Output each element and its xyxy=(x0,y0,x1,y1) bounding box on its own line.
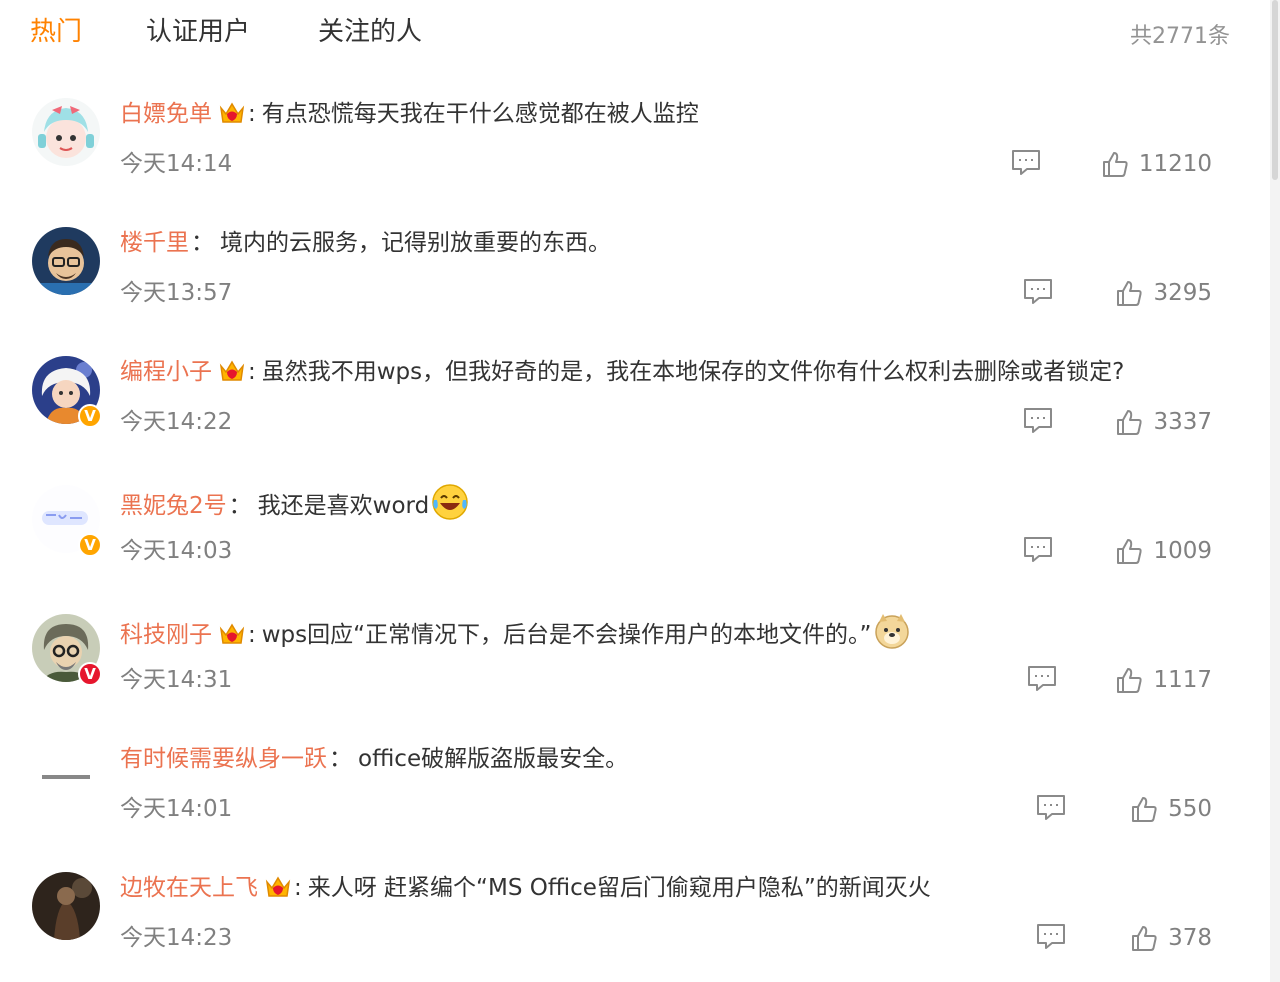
like-count: 550 xyxy=(1168,796,1212,822)
comment-text: 有点恐慌每天我在干什么感觉都在被人监控 xyxy=(261,101,699,127)
like-count: 378 xyxy=(1168,925,1212,951)
thumbs-up-icon xyxy=(1117,410,1143,435)
scrollbar[interactable] xyxy=(1270,0,1280,982)
avatar[interactable] xyxy=(32,743,100,811)
comment-icon xyxy=(1037,924,1065,949)
username-link[interactable]: 楼千里 xyxy=(120,230,189,256)
like-count: 1009 xyxy=(1153,538,1212,564)
comment-text: 境内的云服务，记得别放重要的东西。 xyxy=(220,230,611,256)
comment-text: 虽然我不用wps，但我好奇的是，我在本地保存的文件你有什么权利去删除或者锁定? xyxy=(261,359,1125,385)
username-link[interactable]: 编程小子 xyxy=(120,359,212,385)
separator: : xyxy=(248,101,256,127)
doge-emoji xyxy=(873,612,911,661)
crown-icon xyxy=(218,358,246,395)
reply-button[interactable] xyxy=(1011,149,1041,181)
like-button[interactable]: 550 xyxy=(1130,793,1212,825)
verified-badge-icon: V xyxy=(78,533,102,557)
reply-button[interactable] xyxy=(1027,665,1057,697)
crown-icon xyxy=(264,874,292,911)
reply-button[interactable] xyxy=(1023,536,1053,568)
separator: ： xyxy=(228,493,252,519)
separator: ： xyxy=(191,230,214,256)
thumbs-up-icon xyxy=(1117,668,1143,693)
reply-button[interactable] xyxy=(1023,407,1053,439)
avatar[interactable]: V xyxy=(32,485,102,557)
avatar[interactable]: V xyxy=(32,356,102,428)
username-link[interactable]: 科技刚子 xyxy=(120,622,212,648)
comment-tabs: 热门 认证用户 关注的人 共2771条 xyxy=(0,0,1280,66)
avatar-image xyxy=(32,98,100,166)
like-count: 3337 xyxy=(1153,409,1212,435)
like-button[interactable]: 1009 xyxy=(1115,535,1212,567)
thumbs-up-icon xyxy=(1132,926,1157,951)
comment-item: V 编程小子: 虽然我不用wps，但我好奇的是，我在本地保存的文件你有什么权利去删… xyxy=(0,324,1270,453)
like-count: 1117 xyxy=(1153,667,1212,693)
crown-icon xyxy=(218,621,246,658)
tab-following[interactable]: 关注的人 xyxy=(318,14,422,50)
thumbs-up-icon xyxy=(1102,152,1128,177)
comment-icon xyxy=(1024,537,1052,562)
comment-text: office破解版盗版最安全。 xyxy=(358,746,629,772)
username-link[interactable]: 边牧在天上飞 xyxy=(120,875,258,901)
comment-item: V 科技刚子: wps回应“正常情况下，后台是不会操作用户的本地文件的。” 今天1… xyxy=(0,582,1270,711)
thumbs-up-icon xyxy=(1132,797,1157,822)
laugh-cry-emoji xyxy=(431,483,469,532)
username-link[interactable]: 黑妮兔2号 xyxy=(120,493,227,519)
comment-time: 今天14:14 xyxy=(120,151,233,177)
like-button[interactable]: 3295 xyxy=(1115,277,1212,309)
avatar-image xyxy=(32,227,100,295)
crown-icon xyxy=(218,100,246,137)
comment-icon xyxy=(1012,150,1040,175)
comment-time: 今天14:22 xyxy=(120,409,233,435)
thumbs-up-icon xyxy=(1117,281,1143,306)
comment-time: 今天14:03 xyxy=(120,538,233,564)
like-count: 3295 xyxy=(1153,280,1212,306)
separator: : xyxy=(294,875,302,901)
comment-text: wps回应“正常情况下，后台是不会操作用户的本地文件的。” xyxy=(261,622,872,648)
like-button[interactable]: 378 xyxy=(1130,922,1212,954)
comment-icon xyxy=(1037,795,1065,820)
comment-time: 今天14:31 xyxy=(120,667,233,693)
verified-badge-icon: V xyxy=(78,404,102,428)
separator: ： xyxy=(329,746,352,772)
comment-text: 我还是喜欢word xyxy=(257,493,430,519)
tab-verified-users[interactable]: 认证用户 xyxy=(146,14,250,50)
like-count: 11210 xyxy=(1138,151,1212,177)
reply-button[interactable] xyxy=(1036,794,1066,826)
username-link[interactable]: 白嫖免单 xyxy=(120,101,212,127)
reply-button[interactable] xyxy=(1023,278,1053,310)
comment-time: 今天14:01 xyxy=(120,796,233,822)
reply-button[interactable] xyxy=(1036,923,1066,955)
comment-icon xyxy=(1024,279,1052,304)
avatar-image xyxy=(32,872,100,940)
comment-item: 有时候需要纵身一跃： office破解版盗版最安全。 今天14:01 550 xyxy=(0,711,1270,840)
username-link[interactable]: 有时候需要纵身一跃 xyxy=(120,746,327,772)
comment-time: 今天13:57 xyxy=(120,280,233,306)
separator: : xyxy=(248,359,256,385)
comment-icon xyxy=(1028,666,1056,691)
verified-badge-icon: V xyxy=(78,662,102,686)
tab-hot[interactable]: 热门 xyxy=(30,14,82,50)
avatar[interactable] xyxy=(32,872,100,940)
avatar[interactable] xyxy=(32,227,100,295)
separator: : xyxy=(248,622,256,648)
comment-item: 边牧在天上飞: 来人呀 赶紧编个“MS Office留后门偷窥用户隐私”的新闻灭火… xyxy=(0,840,1270,969)
avatar-image xyxy=(32,743,100,811)
like-button[interactable]: 1117 xyxy=(1115,664,1212,696)
avatar[interactable] xyxy=(32,98,100,166)
comment-item: V 黑妮兔2号： 我还是喜欢word 今天14:03 1009 xyxy=(0,453,1270,582)
comment-text: 来人呀 赶紧编个“MS Office留后门偷窥用户隐私”的新闻灭火 xyxy=(307,875,931,901)
like-button[interactable]: 3337 xyxy=(1115,406,1212,438)
comment-list: 白嫖免单:有点恐慌每天我在干什么感觉都在被人监控 今天14:14 11210 xyxy=(0,66,1270,969)
scrollbar-thumb[interactable] xyxy=(1272,0,1278,180)
comment-item: 白嫖免单: 有点恐慌每天我在干什么感觉都在被人监控 今天14:14 11210 xyxy=(0,66,1270,195)
avatar[interactable]: V xyxy=(32,614,102,686)
comment-time: 今天14:23 xyxy=(120,925,233,951)
like-button[interactable]: 11210 xyxy=(1101,148,1212,180)
comment-total-count: 共2771条 xyxy=(1130,24,1230,49)
comment-item: 楼千里： 境内的云服务，记得别放重要的东西。 今天13:57 3295 xyxy=(0,195,1270,324)
comment-icon xyxy=(1024,408,1052,433)
thumbs-up-icon xyxy=(1117,539,1143,564)
